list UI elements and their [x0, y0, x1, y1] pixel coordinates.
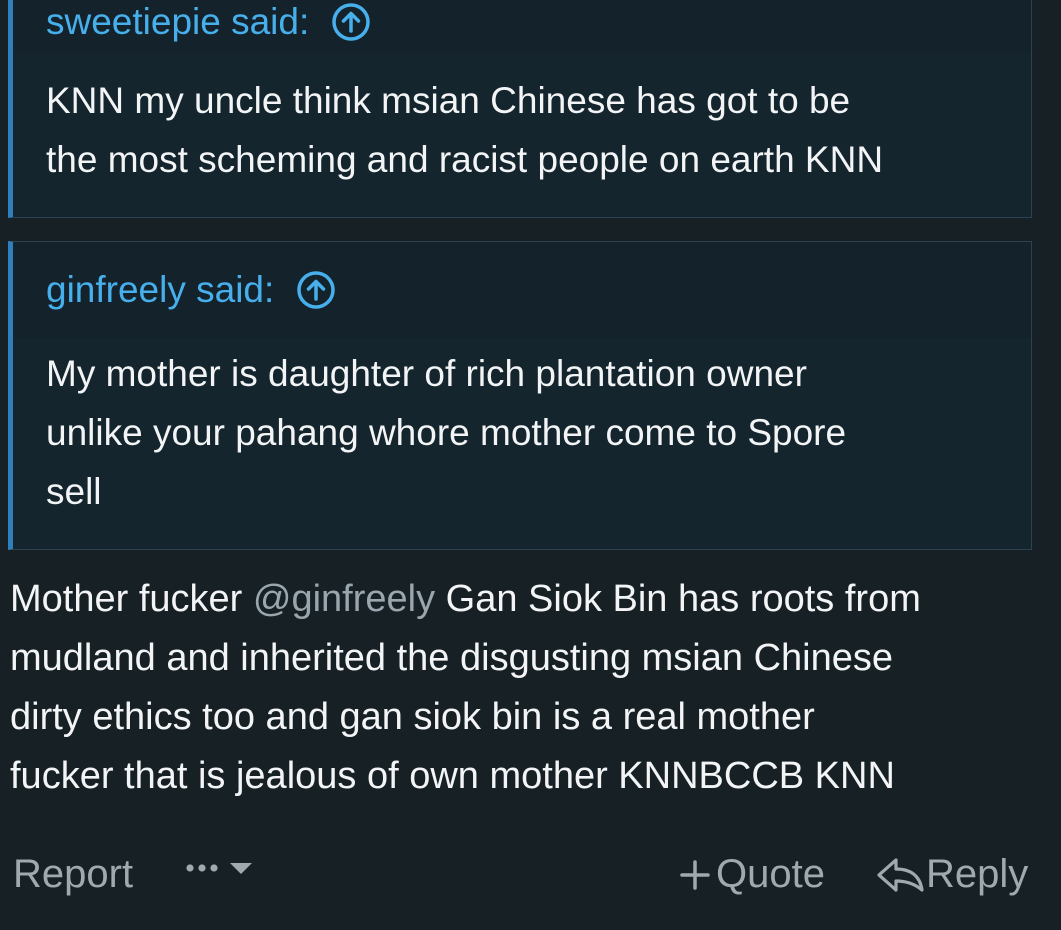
- more-actions-menu[interactable]: [185, 860, 257, 876]
- ellipsis-icon: [186, 864, 218, 872]
- message-line: Mother fucker @ginfreely Gan Siok Bin ha…: [10, 570, 1050, 629]
- message-text: Mother fucker: [10, 578, 253, 620]
- arrow-up-circle-icon[interactable]: [331, 2, 371, 42]
- caret-down-icon: [230, 863, 252, 874]
- post: sweetiepie said: KNN my uncle think msia…: [0, 0, 1061, 930]
- quote-button[interactable]: Quote: [678, 852, 825, 897]
- quote-line: My mother is daughter of rich plantation…: [46, 353, 807, 394]
- report-link[interactable]: Report: [13, 852, 133, 897]
- reply-label: Reply: [926, 852, 1029, 896]
- message-line: mudland and inherited the disgusting msi…: [10, 637, 893, 679]
- blockquote: sweetiepie said: KNN my uncle think msia…: [8, 0, 1032, 218]
- user-mention-link[interactable]: @ginfreely: [253, 578, 435, 620]
- quote-author-link[interactable]: ginfreely said:: [46, 269, 274, 311]
- post-message: Mother fucker @ginfreely Gan Siok Bin ha…: [10, 570, 1050, 806]
- quote-line: sell: [46, 471, 102, 512]
- blockquote: ginfreely said: My mother is daughter of…: [8, 241, 1032, 550]
- quote-line: unlike your pahang whore mother come to …: [46, 412, 847, 453]
- quote-header: ginfreely said:: [13, 242, 1031, 338]
- plus-icon: [680, 859, 710, 890]
- message-line: fucker that is jealous of own mother KNN…: [10, 755, 895, 797]
- reply-button[interactable]: Reply: [876, 852, 1028, 897]
- quote-content: My mother is daughter of rich plantation…: [13, 338, 1031, 521]
- quote-header: sweetiepie said:: [13, 0, 1031, 53]
- message-text: Gan Siok Bin has roots from: [435, 578, 921, 620]
- message-line: dirty ethics too and gan siok bin is a r…: [10, 696, 815, 738]
- arrow-up-circle-icon[interactable]: [296, 270, 336, 310]
- quote-label: Quote: [716, 852, 825, 896]
- reply-arrow-icon: [877, 857, 924, 892]
- quote-author-link[interactable]: sweetiepie said:: [46, 1, 309, 43]
- post-actions: Report Quote Reply: [0, 840, 1061, 910]
- quote-line: the most scheming and racist people on e…: [46, 139, 884, 180]
- quote-content: KNN my uncle think msian Chinese has got…: [13, 53, 1031, 189]
- quote-line: KNN my uncle think msian Chinese has got…: [46, 80, 851, 121]
